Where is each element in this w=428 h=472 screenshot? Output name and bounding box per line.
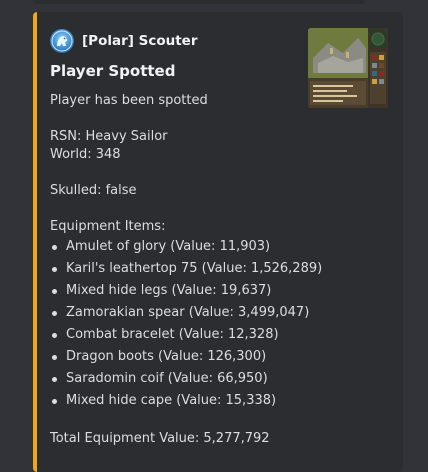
embed-accent-bar [33, 12, 37, 472]
list-item: Dragon boots (Value: 126,300) [50, 346, 322, 368]
list-item: Combat bracelet (Value: 12,328) [50, 324, 322, 346]
embed-card: [Polar] Scouter Player Spotted Player ha… [33, 12, 403, 472]
list-item: Mixed hide legs (Value: 19,637) [50, 280, 322, 302]
polar-bear-icon [50, 29, 74, 53]
list-item: Mixed hide cape (Value: 15,338) [50, 390, 322, 412]
rsn-text: RSN: Heavy Sailor [50, 129, 168, 144]
list-item: Saradomin coif (Value: 66,950) [50, 368, 322, 390]
list-item: Zamorakian spear (Value: 3,499,047) [50, 302, 322, 324]
equipment-list: Amulet of glory (Value: 11,903) Karil's … [50, 236, 322, 412]
skulled-text: Skulled: false [50, 183, 137, 198]
total-value-text: Total Equipment Value: 5,277,792 [50, 431, 270, 446]
intro-text: Player has been spotted [50, 93, 208, 108]
embed-title: Player Spotted [50, 62, 176, 80]
equipment-header: Equipment Items: [50, 219, 166, 234]
previous-embed [33, 0, 365, 4]
list-item: Amulet of glory (Value: 11,903) [50, 236, 322, 258]
world-text: World: 348 [50, 147, 121, 162]
embed-description: Player has been spotted RSN: Heavy Sailo… [50, 92, 322, 448]
list-item: Karil's leathertop 75 (Value: 1,526,289) [50, 258, 322, 280]
embed-author: [Polar] Scouter [50, 29, 197, 53]
author-name[interactable]: [Polar] Scouter [82, 33, 197, 49]
